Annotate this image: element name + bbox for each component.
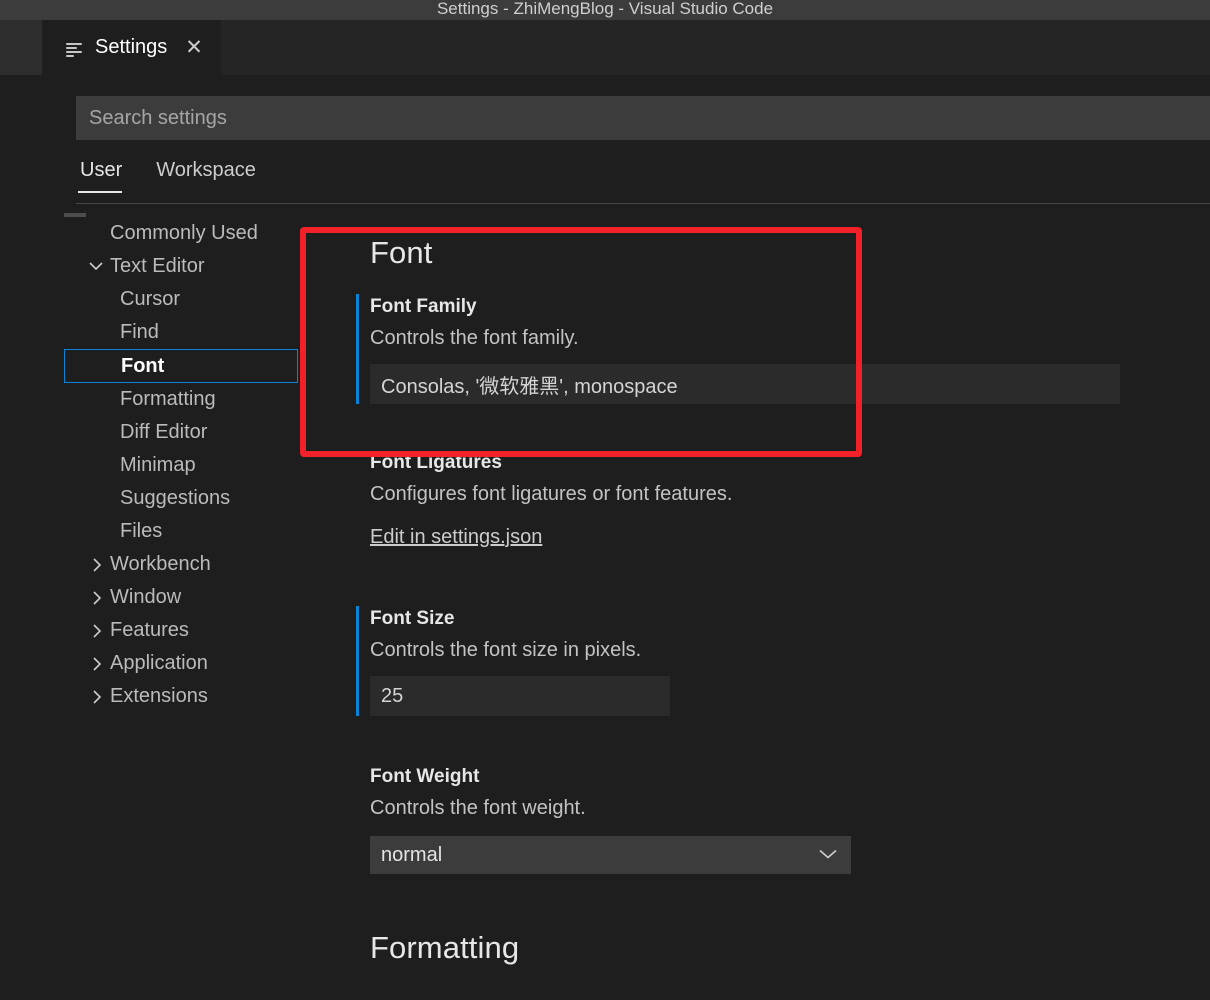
group-title-formatting: Formatting — [370, 930, 520, 965]
toc-item-text-editor[interactable]: Text Editor — [64, 250, 298, 283]
settings-editor-icon — [66, 38, 86, 58]
search-input[interactable] — [76, 96, 1210, 140]
scope-tabs-divider — [76, 203, 1210, 204]
settings-tree: Font Font Family Controls the font famil… — [310, 217, 1210, 997]
toc-item-font[interactable]: Font — [64, 349, 298, 383]
tab-user[interactable]: User — [76, 159, 136, 193]
toc-item-minimap[interactable]: Minimap — [64, 449, 298, 482]
setting-title-font-weight: Font Weight — [370, 766, 480, 787]
tab-bar-left-pad — [0, 20, 42, 75]
modified-indicator — [356, 606, 359, 716]
toc-item-label: Cursor — [120, 288, 181, 310]
toc-item-label: Font — [121, 354, 165, 377]
toc-item-extensions[interactable]: Extensions — [64, 680, 298, 713]
editor-tab-bar: Settings ✕ — [0, 20, 1210, 75]
title-bar: Settings - ZhiMengBlog - Visual Studio C… — [0, 0, 1210, 20]
toc-item-label: Window — [110, 586, 182, 608]
chevron-right-icon[interactable] — [88, 590, 104, 606]
toc-list: Commonly Used Text Editor Cursor Find Font Fo… — [64, 217, 298, 713]
toc-item-label: Extensions — [110, 685, 208, 707]
settings-toc: Commonly Used Text Editor Cursor Find Font Fo… — [64, 213, 298, 917]
setting-description-font-size: Controls the font size in pixels. — [370, 639, 642, 661]
chevron-right-icon[interactable] — [88, 557, 104, 573]
toc-item-label: Commonly Used — [110, 222, 258, 244]
toc-item-suggestions[interactable]: Suggestions — [64, 482, 298, 515]
font-weight-select[interactable]: normal — [370, 836, 851, 874]
setting-row-font-ligatures[interactable]: Font Ligatures Configures font ligatures… — [356, 450, 1166, 549]
toc-item-label: Suggestions — [120, 487, 231, 509]
vscode-window: Settings - ZhiMengBlog - Visual Studio C… — [0, 0, 1210, 1000]
tab-workspace-label: Workspace — [156, 159, 256, 181]
toc-item-application[interactable]: Application — [64, 647, 298, 680]
chevron-right-icon[interactable] — [88, 689, 104, 705]
window-title: Settings - ZhiMengBlog - Visual Studio C… — [436, 0, 774, 18]
toc-item-window[interactable]: Window — [64, 581, 298, 614]
edit-in-settings-json-link[interactable]: Edit in settings.json — [370, 526, 542, 549]
tab-workspace[interactable]: Workspace — [152, 159, 270, 193]
close-icon[interactable]: ✕ — [181, 35, 207, 61]
toc-item-label: Minimap — [120, 454, 196, 476]
toc-item-label: Text Editor — [110, 255, 205, 277]
setting-row-font-weight[interactable]: Font Weight Controls the font weight. no… — [356, 764, 1166, 874]
chevron-right-icon[interactable] — [88, 656, 104, 672]
modified-indicator — [356, 294, 359, 404]
font-weight-selected-value: normal — [381, 843, 443, 866]
setting-row-font-size[interactable]: Font Size Controls the font size in pixe… — [356, 606, 1166, 716]
toc-item-formatting[interactable]: Formatting — [64, 383, 298, 416]
toc-item-diff-editor[interactable]: Diff Editor — [64, 416, 298, 449]
settings-editor: User Workspace Commonly UsedText EditorC… — [0, 75, 1210, 1000]
setting-description-font-weight: Controls the font weight. — [370, 797, 586, 819]
font-family-input[interactable] — [370, 364, 1120, 404]
toc-item-cursor[interactable]: Cursor — [64, 283, 298, 316]
toc-item-label: Features — [110, 619, 189, 641]
chevron-down-icon — [818, 844, 838, 867]
toc-item-find[interactable]: Find — [64, 316, 298, 349]
tab-settings[interactable]: Settings ✕ — [42, 20, 222, 75]
setting-description-font-ligatures: Configures font ligatures or font featur… — [370, 483, 733, 505]
toc-item-label: Diff Editor — [120, 421, 208, 443]
toc-item-label: Files — [120, 520, 163, 542]
toc-item-features[interactable]: Features — [64, 614, 298, 647]
chevron-right-icon[interactable] — [88, 623, 104, 639]
setting-title-font-family: Font Family — [370, 296, 477, 317]
toc-item-label: Workbench — [110, 553, 211, 575]
toc-item-files[interactable]: Files — [64, 515, 298, 548]
chevron-down-icon[interactable] — [88, 259, 104, 275]
tab-user-label: User — [80, 159, 123, 181]
toc-item-label: Find — [120, 321, 159, 343]
tab-settings-label: Settings — [95, 36, 168, 58]
settings-search-row — [76, 96, 1210, 140]
toc-item-workbench[interactable]: Workbench — [64, 548, 298, 581]
toc-item-label: Formatting — [120, 388, 216, 410]
setting-row-font-family[interactable]: Font Family Controls the font family. — [356, 294, 1166, 404]
setting-title-font-ligatures: Font Ligatures — [370, 452, 502, 473]
toc-item-commonly-used[interactable]: Commonly Used — [64, 217, 298, 250]
setting-description-font-family: Controls the font family. — [370, 327, 579, 349]
settings-scope-tabs: User Workspace — [76, 159, 1210, 204]
toc-item-label: Application — [110, 652, 208, 674]
group-title-font: Font — [370, 235, 433, 270]
font-size-input[interactable] — [370, 676, 670, 716]
setting-title-font-size: Font Size — [370, 608, 455, 629]
